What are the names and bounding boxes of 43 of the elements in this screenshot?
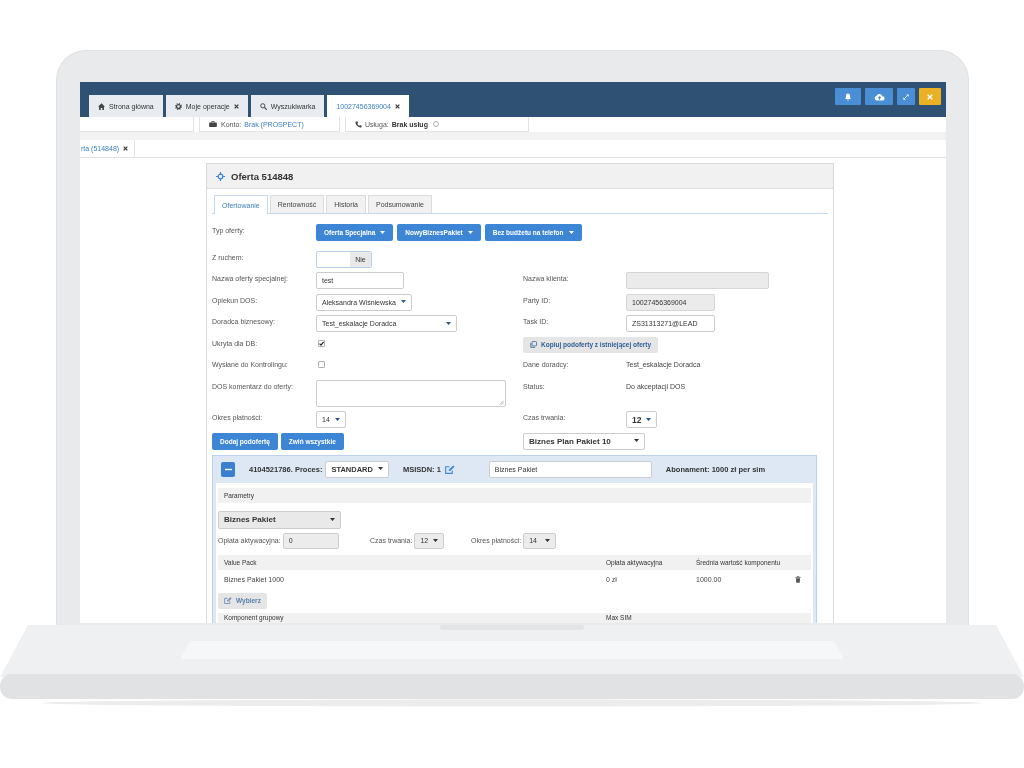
upload-button[interactable]	[865, 88, 893, 105]
caret-icon	[446, 321, 451, 326]
close-icon[interactable]	[394, 103, 400, 109]
resize-grip-icon[interactable]	[499, 399, 504, 405]
close-icon[interactable]	[123, 146, 129, 151]
bell-icon	[844, 92, 852, 101]
close-button[interactable]	[919, 88, 941, 105]
notifications-button[interactable]	[835, 88, 861, 105]
caret-icon	[467, 230, 473, 235]
cloud-upload-icon	[873, 92, 885, 101]
caret-icon	[634, 439, 639, 443]
dropdown[interactable]: 12	[626, 411, 658, 428]
phone-icon	[355, 120, 362, 128]
close-icon[interactable]	[233, 103, 239, 109]
expand-icon	[903, 93, 909, 100]
caret-icon	[433, 538, 439, 543]
edit-icon[interactable]	[444, 464, 455, 474]
caret-icon	[330, 517, 335, 522]
home-icon	[98, 102, 105, 110]
dropdown[interactable]: Biznes Pakiet	[218, 510, 341, 529]
comment-field[interactable]	[316, 379, 506, 407]
caret-icon	[646, 417, 652, 422]
trash-icon[interactable]	[795, 576, 801, 583]
panel-title: Oferta 514848	[231, 170, 294, 182]
edit-icon	[224, 597, 233, 604]
gear-icon	[174, 102, 182, 110]
caret-icon	[545, 538, 551, 543]
caret-icon	[568, 230, 574, 235]
dropdown[interactable]: Biznes Plan Pakiet 10	[523, 432, 645, 450]
search-icon	[259, 102, 267, 110]
checkbox[interactable]	[318, 361, 325, 368]
caret-icon	[380, 230, 386, 235]
collapse-button[interactable]	[221, 461, 235, 477]
caret-icon	[377, 467, 383, 471]
close-icon	[927, 93, 933, 100]
checkbox[interactable]	[318, 339, 325, 347]
copy-icon	[530, 341, 537, 348]
fullscreen-button[interactable]	[897, 88, 915, 105]
ring-icon	[432, 121, 439, 127]
crosshair-icon	[216, 171, 225, 181]
caret-icon	[400, 300, 406, 304]
briefcase-icon	[209, 121, 217, 127]
caret-icon	[334, 417, 340, 422]
